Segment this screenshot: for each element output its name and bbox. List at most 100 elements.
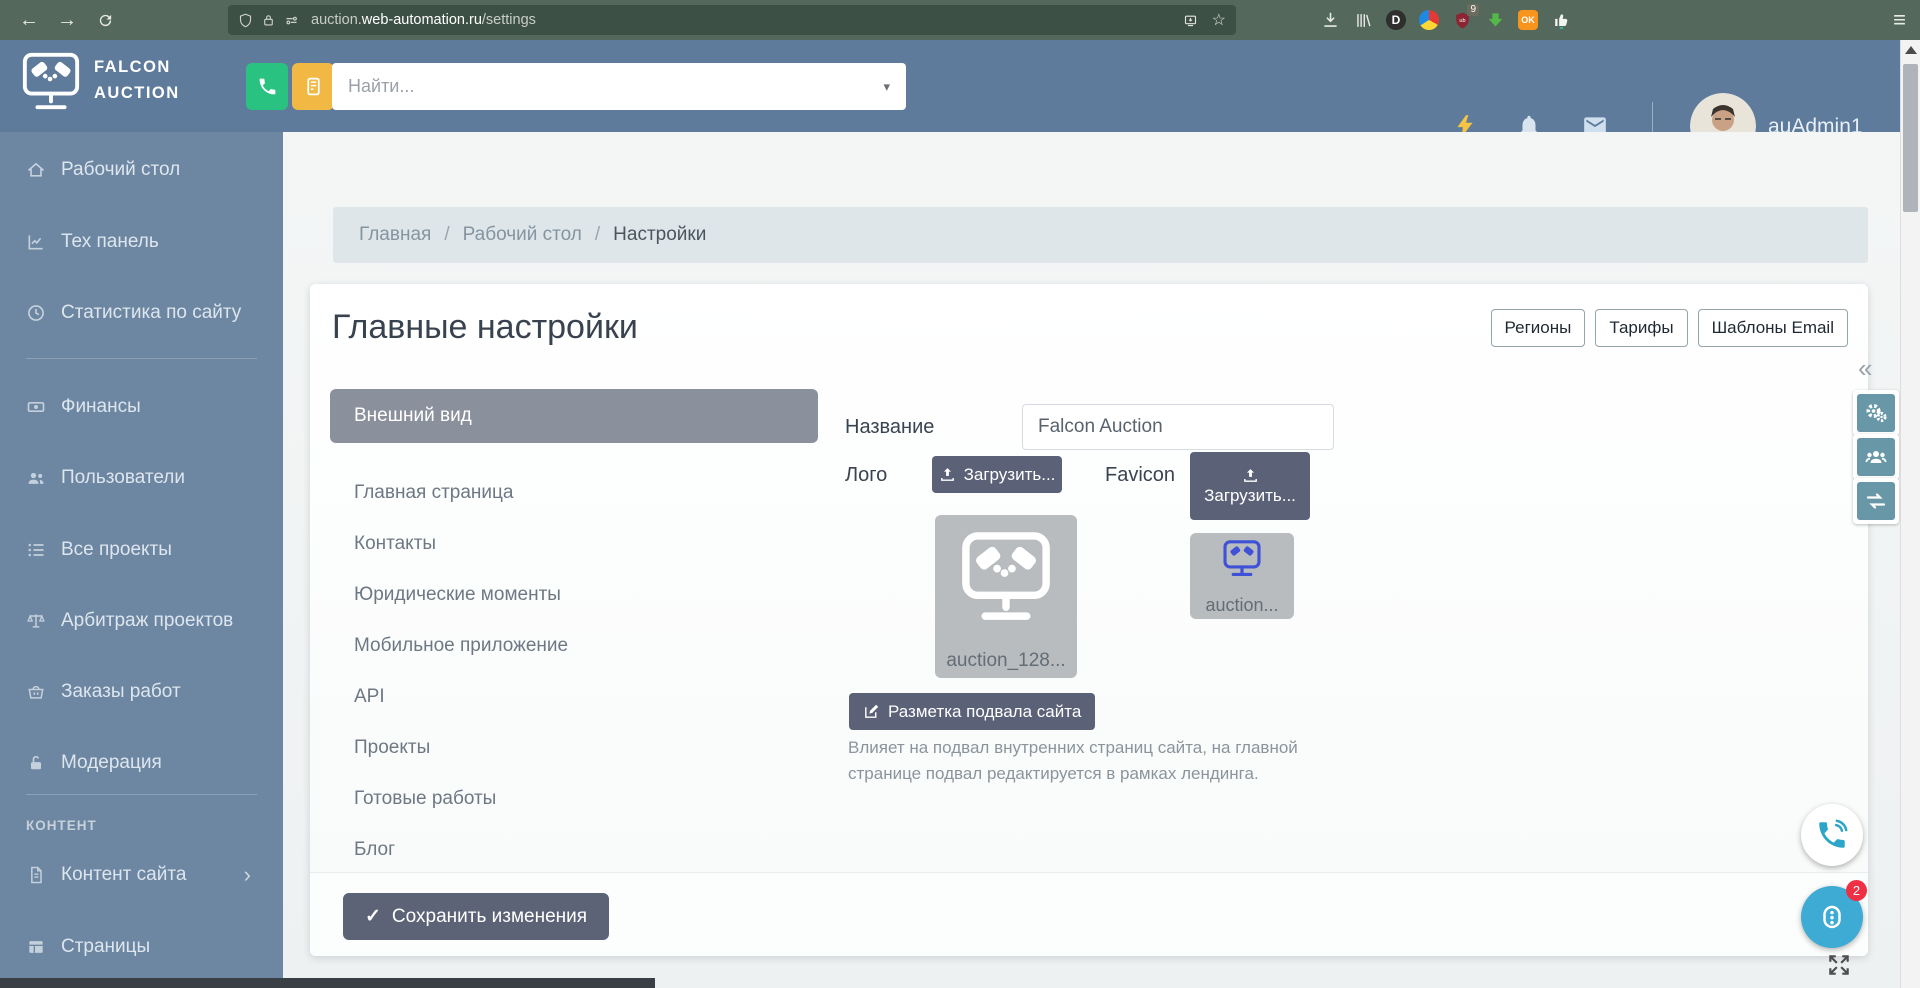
ublock-icon[interactable]: ub 9 [1450, 8, 1474, 32]
browser-menu-button[interactable]: ≡ [1893, 7, 1906, 33]
site-name-input[interactable] [1022, 404, 1334, 450]
collapse-panel-button[interactable]: « [1858, 356, 1872, 380]
breadcrumb-current: Настройки [613, 224, 706, 246]
exchange-arrows-icon [1857, 482, 1895, 520]
extension-thumb-icon[interactable] [1549, 8, 1573, 32]
sidebar-item-label: Арбитраж проектов [61, 610, 233, 632]
browser-forward-button[interactable]: → [52, 5, 82, 35]
site-permissions-icon[interactable] [284, 13, 299, 28]
color-wheel-extension-icon[interactable] [1417, 8, 1441, 32]
breadcrumb-home[interactable]: Главная [359, 224, 431, 246]
tab-legal[interactable]: Юридические моменты [330, 569, 818, 620]
browser-toolbar: ← → auction.web-automation.ru/settings ☆… [0, 0, 1920, 40]
tab-api[interactable]: API [330, 671, 818, 722]
logo-filename: auction_128... [935, 650, 1077, 672]
upload-favicon-button[interactable]: Загрузить... [1190, 452, 1310, 520]
sidebar-item-moderation[interactable]: Модерация [0, 746, 283, 780]
chevron-right-icon: › [244, 865, 251, 885]
regions-button[interactable]: Регионы [1491, 309, 1586, 347]
card-footer: ✓ Сохранить изменения [310, 872, 1868, 956]
sidebar-section-content: КОНТЕНТ [26, 818, 97, 833]
pages-icon [26, 937, 48, 957]
sidebar-item-users[interactable]: Пользователи [0, 461, 283, 495]
brand-line1: FALCON [94, 54, 180, 80]
sidebar-item-label: Все проекты [61, 539, 172, 561]
chart-icon [26, 232, 48, 252]
sidebar-item-site-stats[interactable]: Статистика по сайту [0, 296, 283, 330]
odnoklassniki-icon[interactable]: OK [1516, 8, 1540, 32]
logo-label: Лого [845, 464, 887, 487]
search-input[interactable] [332, 76, 883, 97]
sidebar-item-finance[interactable]: Финансы [0, 390, 283, 424]
lock-icon[interactable] [261, 13, 276, 28]
group-icon [1857, 438, 1895, 476]
bottom-edge-strip [0, 978, 655, 988]
clock-icon [26, 303, 48, 323]
address-bar[interactable]: auction.web-automation.ru/settings ☆ [228, 5, 1236, 35]
home-icon [26, 160, 48, 180]
sidebar-item-label: Модерация [61, 752, 162, 774]
url-subdomain: auction. [311, 12, 362, 28]
browser-back-button[interactable]: ← [14, 5, 44, 35]
email-templates-button[interactable]: Шаблоны Email [1698, 309, 1848, 347]
brand-name: FALCON AUCTION [94, 54, 180, 106]
phone-ring-icon [1815, 818, 1849, 852]
sidebar: Рабочий стол Тех панель Статистика по са… [0, 132, 283, 988]
tracking-shield-icon[interactable] [238, 13, 253, 28]
sidebar-item-site-content[interactable]: Контент сайта › [0, 858, 283, 892]
screen: ← → auction.web-automation.ru/settings ☆… [0, 0, 1920, 988]
upload-logo-button[interactable]: Загрузить... [932, 456, 1062, 493]
breadcrumb-desktop[interactable]: Рабочий стол [463, 224, 582, 246]
tab-projects[interactable]: Проекты [330, 722, 818, 773]
exchange-tool-button[interactable] [1853, 478, 1899, 524]
logo-preview[interactable]: auction_128... [935, 515, 1077, 678]
scrollbar-thumb[interactable] [1903, 64, 1918, 212]
logo-preview-icon [954, 527, 1058, 631]
library-icon[interactable] [1351, 8, 1375, 32]
tab-finished-works[interactable]: Готовые работы [330, 773, 818, 824]
sidebar-item-all-projects[interactable]: Все проекты [0, 533, 283, 567]
falcon-auction-logo[interactable] [20, 49, 82, 121]
messages-button[interactable] [292, 63, 334, 110]
sidebar-item-arbitration[interactable]: Арбитраж проектов [0, 604, 283, 638]
chat-widget-icon [1817, 902, 1847, 932]
downloads-icon[interactable] [1318, 8, 1342, 32]
scales-icon [26, 611, 48, 631]
gears-icon [1857, 394, 1895, 432]
sidebar-item-tech-panel[interactable]: Тех панель [0, 225, 283, 259]
chat-unread-badge: 2 [1846, 880, 1867, 901]
extension-d-icon[interactable]: D [1384, 8, 1408, 32]
favicon-preview[interactable]: auction... [1190, 533, 1294, 619]
footer-markup-button[interactable]: Разметка подвала сайта [849, 693, 1095, 730]
phone-icon [257, 76, 278, 97]
favicon-filename: auction... [1190, 595, 1294, 616]
search-dropdown-caret-icon[interactable]: ▾ [883, 79, 906, 95]
tab-contacts[interactable]: Контакты [330, 518, 818, 569]
callback-widget-button[interactable] [1801, 804, 1863, 866]
sidebar-item-desktop[interactable]: Рабочий стол [0, 153, 283, 187]
tab-home-page[interactable]: Главная страница [330, 467, 818, 518]
edit-icon [863, 703, 880, 720]
site-name-label: Название [845, 416, 934, 439]
call-button[interactable] [246, 63, 288, 110]
sidebar-item-pages[interactable]: Страницы [0, 930, 283, 964]
browser-reload-button[interactable] [90, 5, 120, 35]
bookmark-star-icon[interactable]: ☆ [1212, 10, 1226, 30]
fullscreen-toggle-icon[interactable] [1826, 952, 1852, 978]
scroll-up-arrow[interactable] [1905, 46, 1917, 54]
page-scrollbar[interactable] [1900, 40, 1920, 988]
group-tool-button[interactable] [1853, 434, 1899, 480]
tariffs-button[interactable]: Тарифы [1595, 309, 1687, 347]
page-title: Главные настройки [332, 308, 638, 347]
tab-appearance[interactable]: Внешний вид [330, 389, 818, 443]
tab-blog[interactable]: Блог [330, 824, 818, 875]
tab-mobile-app[interactable]: Мобильное приложение [330, 620, 818, 671]
save-page-icon[interactable] [1183, 13, 1198, 28]
settings-tool-button[interactable] [1853, 390, 1899, 436]
ublock-badge: 9 [1467, 4, 1479, 16]
favicon-label: Favicon [1105, 464, 1175, 487]
video-download-icon[interactable] [1483, 8, 1507, 32]
sidebar-item-work-orders[interactable]: Заказы работ [0, 675, 283, 709]
save-button[interactable]: ✓ Сохранить изменения [343, 893, 609, 940]
sidebar-item-label: Заказы работ [61, 681, 181, 703]
